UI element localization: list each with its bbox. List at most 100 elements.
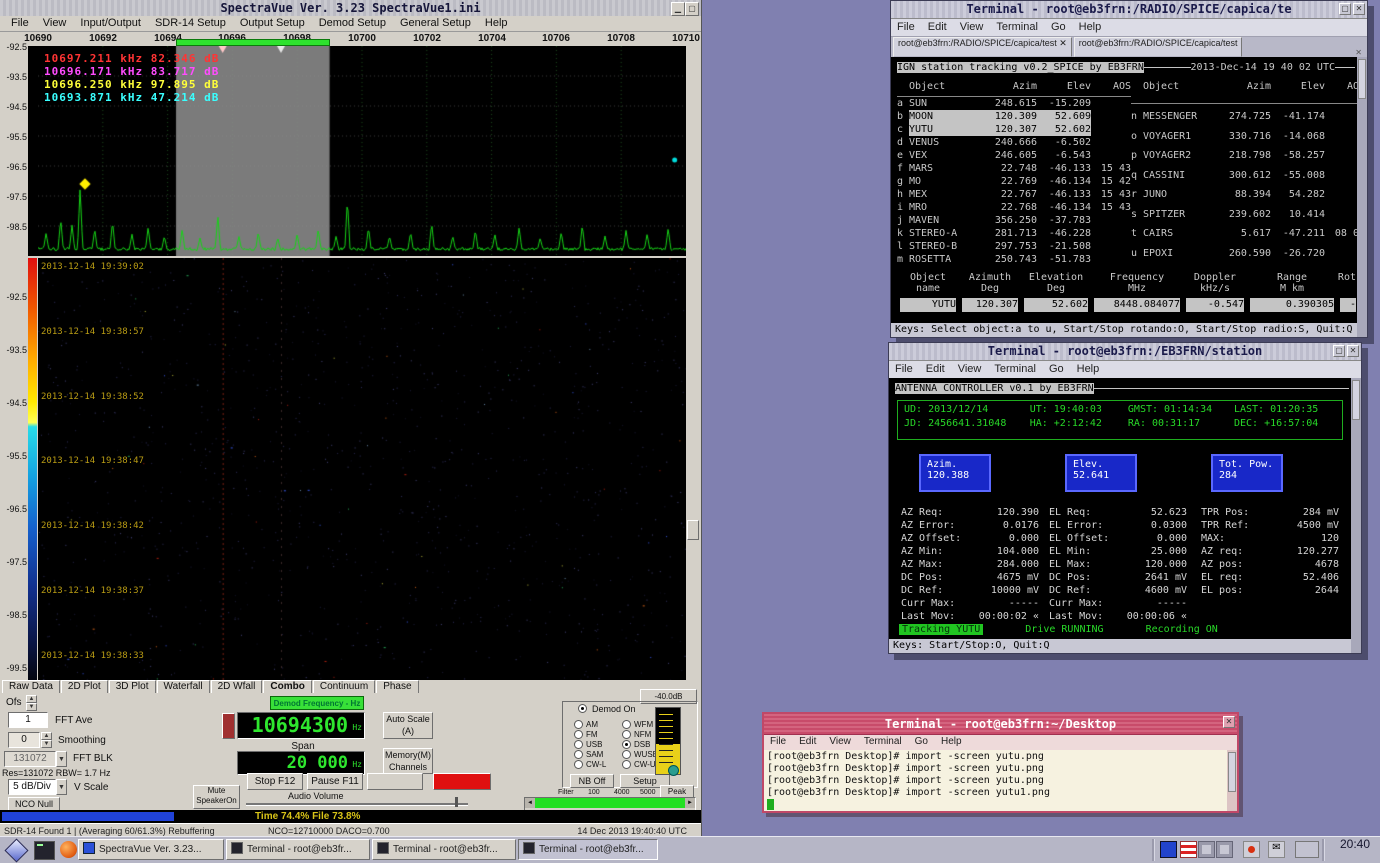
menu-terminal[interactable]: Terminal xyxy=(996,21,1038,33)
tray-blue-icon[interactable] xyxy=(1160,841,1177,858)
menu-file[interactable]: File xyxy=(895,363,913,375)
scrollbar-thumb[interactable] xyxy=(1228,752,1236,792)
mode-radio-dsb[interactable] xyxy=(622,740,631,749)
tab-phase[interactable]: Phase xyxy=(376,680,418,694)
v-scale-dropdown-icon[interactable]: ▼ xyxy=(56,779,67,795)
offset-spinner-up[interactable]: ▲ xyxy=(26,695,37,703)
menu-view[interactable]: View xyxy=(960,21,984,33)
pause-button[interactable]: Pause F11 xyxy=(307,773,363,790)
terminal-tab[interactable]: root@eb3frn:/RADIO/SPICE/capica/test xyxy=(1074,37,1243,57)
desktop-terminal-titlebar[interactable]: Terminal - root@eb3frn:~/Desktop ✕ xyxy=(764,714,1237,735)
menu-input-output[interactable]: Input/Output xyxy=(73,16,148,29)
tab-3d-plot[interactable]: 3D Plot xyxy=(109,680,156,694)
record-button[interactable] xyxy=(433,773,491,790)
menu-go[interactable]: Go xyxy=(1051,21,1066,33)
tracking-terminal-titlebar[interactable]: Terminal - root@eb3frn:/RADIO/SPICE/capi… xyxy=(891,1,1367,19)
meter-knob-icon[interactable] xyxy=(668,765,679,776)
tune-lock-button[interactable] xyxy=(222,713,235,739)
tab-continuum[interactable]: Continuum xyxy=(313,680,375,694)
smoothing-input[interactable]: 0 xyxy=(8,732,40,748)
scrollbar-thumb[interactable] xyxy=(1358,59,1366,99)
tab-combo[interactable]: Combo xyxy=(263,680,311,694)
menu-edit[interactable]: Edit xyxy=(799,736,816,747)
tray-monitor2-icon[interactable] xyxy=(1216,841,1233,858)
v-scale-select[interactable]: 5 dB/Div xyxy=(8,779,56,795)
maximize-icon[interactable]: ▢ xyxy=(685,2,699,16)
mode-radio-cw-l[interactable] xyxy=(574,760,583,769)
spectravue-titlebar[interactable]: SpectraVue Ver. 3.23 SpectraVue1.ini ▁ ▢ xyxy=(0,0,701,17)
tab-waterfall[interactable]: Waterfall xyxy=(157,680,210,694)
taskbar-button-terminal-root-eb3fr-2[interactable]: Terminal - root@eb3fr... xyxy=(372,839,516,860)
fft-blk-select[interactable]: 131072 xyxy=(4,751,56,767)
menu-terminal[interactable]: Terminal xyxy=(994,363,1036,375)
scrollbar[interactable] xyxy=(1227,750,1237,811)
close-icon[interactable]: ✕ xyxy=(1223,716,1235,728)
waterfall-scroll-handle[interactable] xyxy=(687,520,699,540)
tab-2d-wfall[interactable]: 2D Wfall xyxy=(211,680,263,694)
menu-terminal[interactable]: Terminal xyxy=(864,736,902,747)
mode-radio-wfm[interactable] xyxy=(622,720,631,729)
fft-ave-input[interactable]: 1 xyxy=(8,712,48,728)
close-icon[interactable]: ✕ xyxy=(1347,345,1359,357)
tray-dot-icon[interactable] xyxy=(1243,841,1260,858)
tray-red-stripe-icon[interactable] xyxy=(1180,841,1197,858)
tray-monitor-icon[interactable] xyxy=(1198,841,1215,858)
tab-raw-data[interactable]: Raw Data xyxy=(2,680,60,694)
mode-radio-sam[interactable] xyxy=(574,750,583,759)
mode-radio-cw-u[interactable] xyxy=(622,760,631,769)
menu-view[interactable]: View xyxy=(36,16,74,29)
firefox-launcher-icon[interactable] xyxy=(60,841,77,858)
nb-off-button[interactable]: NB Off xyxy=(570,774,614,788)
demod-on-checkbox[interactable] xyxy=(578,704,587,713)
mode-radio-wusb[interactable] xyxy=(622,750,631,759)
waterfall-canvas[interactable] xyxy=(38,258,686,680)
menu-help[interactable]: Help xyxy=(478,16,515,29)
menu-edit[interactable]: Edit xyxy=(926,363,945,375)
mode-radio-nfm[interactable] xyxy=(622,730,631,739)
menu-go[interactable]: Go xyxy=(1049,363,1064,375)
mode-radio-am[interactable] xyxy=(574,720,583,729)
maximize-icon[interactable]: ▢ xyxy=(1339,3,1351,15)
taskbar-button-terminal-root-eb3fr-1[interactable]: Terminal - root@eb3fr... xyxy=(226,839,370,860)
menu-sdr-14-setup[interactable]: SDR-14 Setup xyxy=(148,16,233,29)
audio-volume-thumb[interactable] xyxy=(455,797,458,807)
fft-blk-dropdown-icon[interactable]: ▼ xyxy=(56,751,67,767)
menu-help[interactable]: Help xyxy=(1079,21,1102,33)
maximize-icon[interactable]: ▢ xyxy=(1333,345,1345,357)
menu-output-setup[interactable]: Output Setup xyxy=(233,16,312,29)
audio-volume-slider[interactable] xyxy=(246,803,468,806)
menu-file[interactable]: File xyxy=(897,21,915,33)
mode-radio-usb[interactable] xyxy=(574,740,583,749)
scrollbar-thumb[interactable] xyxy=(1352,380,1360,420)
left-arrow-icon[interactable]: ◄ xyxy=(525,798,535,808)
menu-go[interactable]: Go xyxy=(915,736,928,747)
menu-edit[interactable]: Edit xyxy=(928,21,947,33)
scrollbar[interactable] xyxy=(1351,378,1361,653)
antenna-terminal-titlebar[interactable]: Terminal - root@eb3frn:/EB3FRN/station ▢… xyxy=(889,343,1361,361)
terminal-launcher-icon[interactable] xyxy=(34,841,55,860)
desktop-menu-icon[interactable] xyxy=(4,838,28,862)
scrollbar[interactable] xyxy=(1357,57,1367,337)
pager-icon[interactable] xyxy=(1295,841,1319,858)
menu-file[interactable]: File xyxy=(4,16,36,29)
tab-2d-plot[interactable]: 2D Plot xyxy=(61,680,108,694)
menu-view[interactable]: View xyxy=(958,363,982,375)
menu-general-setup[interactable]: General Setup xyxy=(393,16,478,29)
disabled-button[interactable] xyxy=(367,773,423,790)
auto-scale-button[interactable]: Auto Scale(A) xyxy=(383,712,433,739)
tray-envelope-icon[interactable]: ✉ xyxy=(1268,841,1285,858)
smoothing-spinner-down[interactable]: ▼ xyxy=(41,740,52,748)
new-tab-icon[interactable]: ✕ xyxy=(1352,48,1365,57)
mute-speaker-button[interactable]: MuteSpeakerOn xyxy=(193,785,240,809)
demod-band-bar[interactable] xyxy=(176,39,330,46)
memory-channels-button[interactable]: Memory(M)Channels xyxy=(383,748,433,774)
taskbar-button-terminal-root-eb3fr-3[interactable]: Terminal - root@eb3fr... xyxy=(518,839,658,860)
menu-help[interactable]: Help xyxy=(941,736,962,747)
offset-spinner-down[interactable]: ▼ xyxy=(26,703,37,711)
stop-button[interactable]: Stop F12 xyxy=(247,773,303,790)
menu-file[interactable]: File xyxy=(770,736,786,747)
smoothing-spinner-up[interactable]: ▲ xyxy=(41,732,52,740)
close-icon[interactable]: ✕ xyxy=(1353,3,1365,15)
minimize-icon[interactable]: ▁ xyxy=(671,2,685,16)
close-icon[interactable]: ✕ xyxy=(1057,38,1067,48)
